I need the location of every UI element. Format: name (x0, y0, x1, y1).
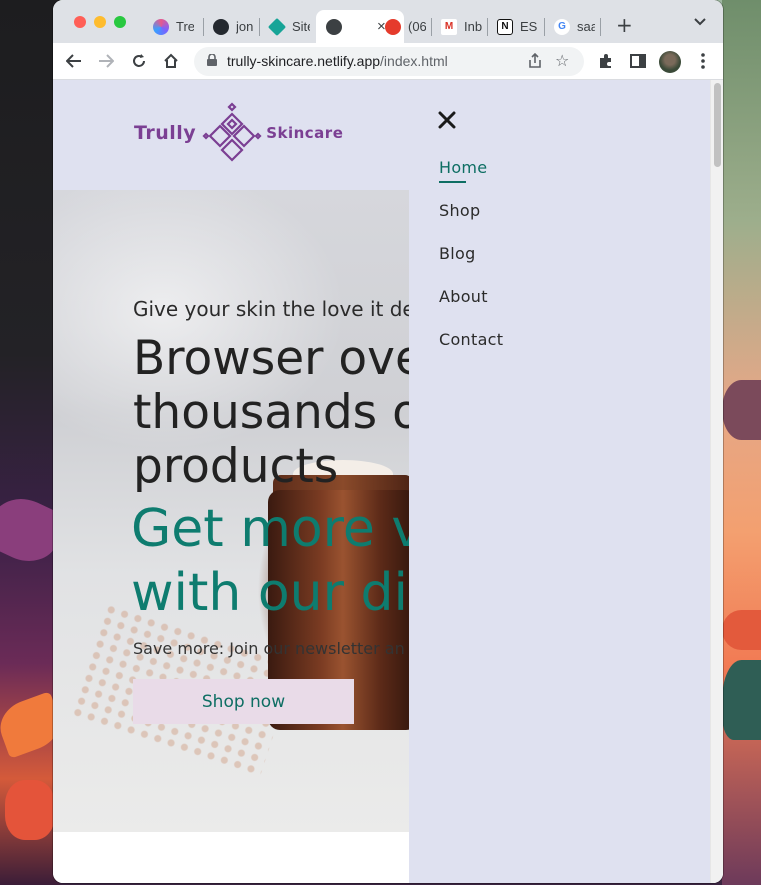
page-scrollbar[interactable] (710, 80, 723, 883)
tomato-icon (385, 18, 401, 35)
forward-arrow-icon[interactable] (96, 51, 116, 71)
tab-pomodoro[interactable]: (06 (375, 10, 430, 43)
scrollbar-thumb[interactable] (714, 83, 721, 167)
nav-item-shop[interactable]: Shop (439, 201, 503, 244)
browser-toolbar: trully-skincare.netlify.app/index.html ☆ (53, 43, 723, 80)
address-bar[interactable]: trully-skincare.netlify.app/index.html ☆ (194, 47, 584, 76)
tab-notion[interactable]: N ESL (487, 10, 542, 43)
tab-trello[interactable]: Tre (143, 10, 198, 43)
hero-subtitle: Give your skin the love it de (133, 297, 415, 321)
notion-icon: N (497, 18, 513, 35)
tab-label: Tre (176, 19, 194, 34)
tab-label: Inb (464, 19, 482, 34)
tab-gmail[interactable]: M Inb (431, 10, 486, 43)
trello-icon (153, 18, 169, 35)
minimize-window-button[interactable] (94, 16, 106, 28)
kebab-menu-icon[interactable] (693, 51, 713, 71)
active-underline (439, 181, 466, 183)
desktop-wallpaper-left (0, 0, 70, 885)
tab-label: (06 (408, 19, 426, 34)
new-tab-button[interactable]: + (616, 13, 633, 37)
tab-label: saa (577, 19, 595, 34)
home-icon[interactable] (161, 51, 181, 71)
tab-label: jon (236, 19, 254, 34)
profile-avatar[interactable] (659, 51, 681, 73)
globe-icon (326, 18, 342, 35)
close-icon[interactable] (437, 110, 457, 130)
web-page: Trully Skincare Give your skin the love … (53, 80, 723, 883)
tab-search-chevron-icon[interactable] (694, 14, 706, 30)
diamond-logo-icon (202, 102, 262, 162)
reload-icon[interactable] (129, 51, 149, 71)
close-window-button[interactable] (74, 16, 86, 28)
tab-netlify[interactable]: Site (259, 10, 314, 43)
tab-label: ESL (520, 19, 538, 34)
nav-drawer: Home Shop Blog About Contact (409, 80, 710, 883)
nav-item-contact[interactable]: Contact (439, 330, 503, 373)
bookmark-star-icon[interactable]: ☆ (555, 51, 569, 70)
share-icon[interactable] (527, 53, 543, 69)
tab-strip: Tre jon Site × (06 M Inb N ESL (53, 0, 723, 43)
tab-google[interactable]: G saa (544, 10, 599, 43)
gmail-icon: M (441, 18, 457, 35)
browser-window: Tre jon Site × (06 M Inb N ESL (53, 0, 723, 883)
github-icon (213, 18, 229, 35)
zoom-window-button[interactable] (114, 16, 126, 28)
site-logo[interactable]: Trully Skincare (134, 100, 343, 166)
side-panel-icon[interactable] (628, 51, 648, 71)
google-icon: G (554, 18, 570, 35)
desktop-wallpaper-right (722, 0, 761, 885)
url-text: trully-skincare.netlify.app/index.html (227, 53, 448, 69)
nav-item-about[interactable]: About (439, 287, 503, 330)
drawer-nav-list: Home Shop Blog About Contact (439, 158, 503, 373)
hero-newsletter-note: Save more: Join our newsletter an (133, 639, 405, 658)
extensions-puzzle-icon[interactable] (596, 51, 616, 71)
logo-word-skincare: Skincare (266, 124, 344, 142)
netlify-icon (267, 17, 287, 36)
tab-github[interactable]: jon (203, 10, 258, 43)
shop-now-button[interactable]: Shop now (133, 679, 354, 724)
back-arrow-icon[interactable] (64, 51, 84, 71)
nav-item-home[interactable]: Home (439, 158, 503, 201)
nav-item-blog[interactable]: Blog (439, 244, 503, 287)
logo-word-trully: Trully (134, 122, 197, 144)
tab-label: Site (292, 19, 310, 34)
lock-icon (207, 54, 217, 66)
